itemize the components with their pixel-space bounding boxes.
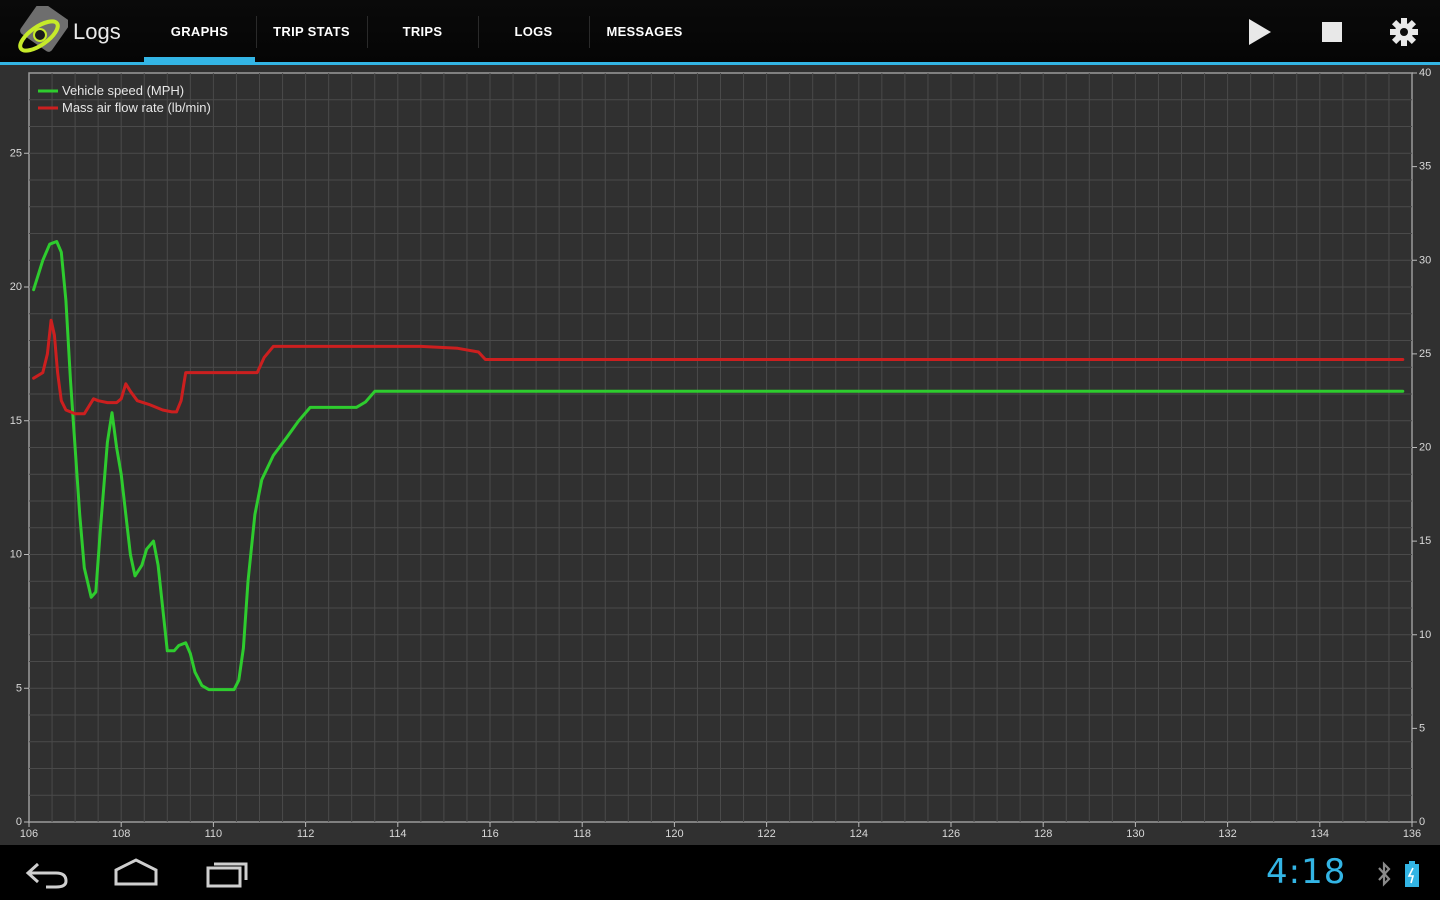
battery-icon [1405,861,1419,887]
x-tick-label: 118 [573,828,591,840]
x-tick-label: 134 [1311,828,1329,840]
y-left-tick-label: 20 [10,281,22,293]
y-left-tick-label: 0 [16,816,22,828]
play-icon[interactable] [1241,14,1277,50]
back-icon[interactable] [16,854,76,892]
tab-graphs[interactable]: GRAPHS [144,0,255,62]
x-tick-label: 124 [850,828,868,840]
x-tick-label: 126 [942,828,960,840]
x-tick-label: 128 [1034,828,1052,840]
x-tick-label: 110 [205,828,223,840]
tab-label: GRAPHS [170,23,229,39]
system-nav-bar [0,846,1440,900]
y-right-tick-label: 10 [1419,629,1431,641]
x-tick-label: 106 [20,828,38,840]
x-tick-label: 130 [1126,828,1144,840]
x-tick-label: 116 [481,828,499,840]
y-left-tick-label: 5 [16,682,22,694]
tab-label: MESSAGES [606,23,683,39]
x-tick-label: 120 [665,828,683,840]
y-right-tick-label: 40 [1419,67,1431,79]
app-logo-icon[interactable] [14,6,68,58]
y-right-tick-label: 30 [1419,254,1431,266]
x-tick-label: 132 [1218,828,1236,840]
app-title: Logs [73,19,121,44]
tab-trips[interactable]: TRIPS [367,0,478,62]
tab-messages[interactable]: MESSAGES [589,0,700,62]
x-tick-label: 108 [112,828,130,840]
action-bar: Logs GRAPHS TRIP STATS TRIPS LOGS MESSAG… [0,0,1440,63]
gear-icon[interactable] [1386,14,1422,50]
x-tick-label: 122 [757,828,775,840]
legend-label: Mass air flow rate (lb/min) [62,100,211,115]
y-right-tick-label: 35 [1419,161,1431,173]
tab-label: TRIP STATS [273,23,350,39]
bluetooth-icon [1378,861,1391,887]
x-tick-label: 112 [297,828,315,840]
y-right-tick-label: 25 [1419,348,1431,360]
y-left-tick-label: 15 [10,415,22,427]
y-right-tick-label: 0 [1419,816,1425,828]
tab-label: LOGS [514,23,553,39]
home-icon[interactable] [106,854,166,892]
stop-icon[interactable] [1314,14,1350,50]
status-clock[interactable]: 4:18 [1266,852,1346,892]
graph-panel[interactable]: 106 108 110 112 114 116 118 120 122 124 126 128 130 1… [0,65,1440,845]
line-chart[interactable]: 106 108 110 112 114 116 118 120 122 124 126 128 130 1… [0,65,1440,845]
recent-apps-icon[interactable] [196,854,256,892]
x-tick-label: 114 [389,828,407,840]
tab-logs[interactable]: LOGS [478,0,589,62]
y-right-tick-label: 15 [1419,535,1431,547]
y-left-tick-label: 10 [10,549,22,561]
y-left-tick-label: 25 [10,147,22,159]
x-tick-label: 136 [1403,828,1421,840]
y-right-tick-label: 5 [1419,722,1425,734]
y-right-tick-label: 20 [1419,442,1431,454]
legend-label: Vehicle speed (MPH) [62,83,184,98]
tab-trip-stats[interactable]: TRIP STATS [256,0,367,62]
tab-label: TRIPS [402,23,443,39]
